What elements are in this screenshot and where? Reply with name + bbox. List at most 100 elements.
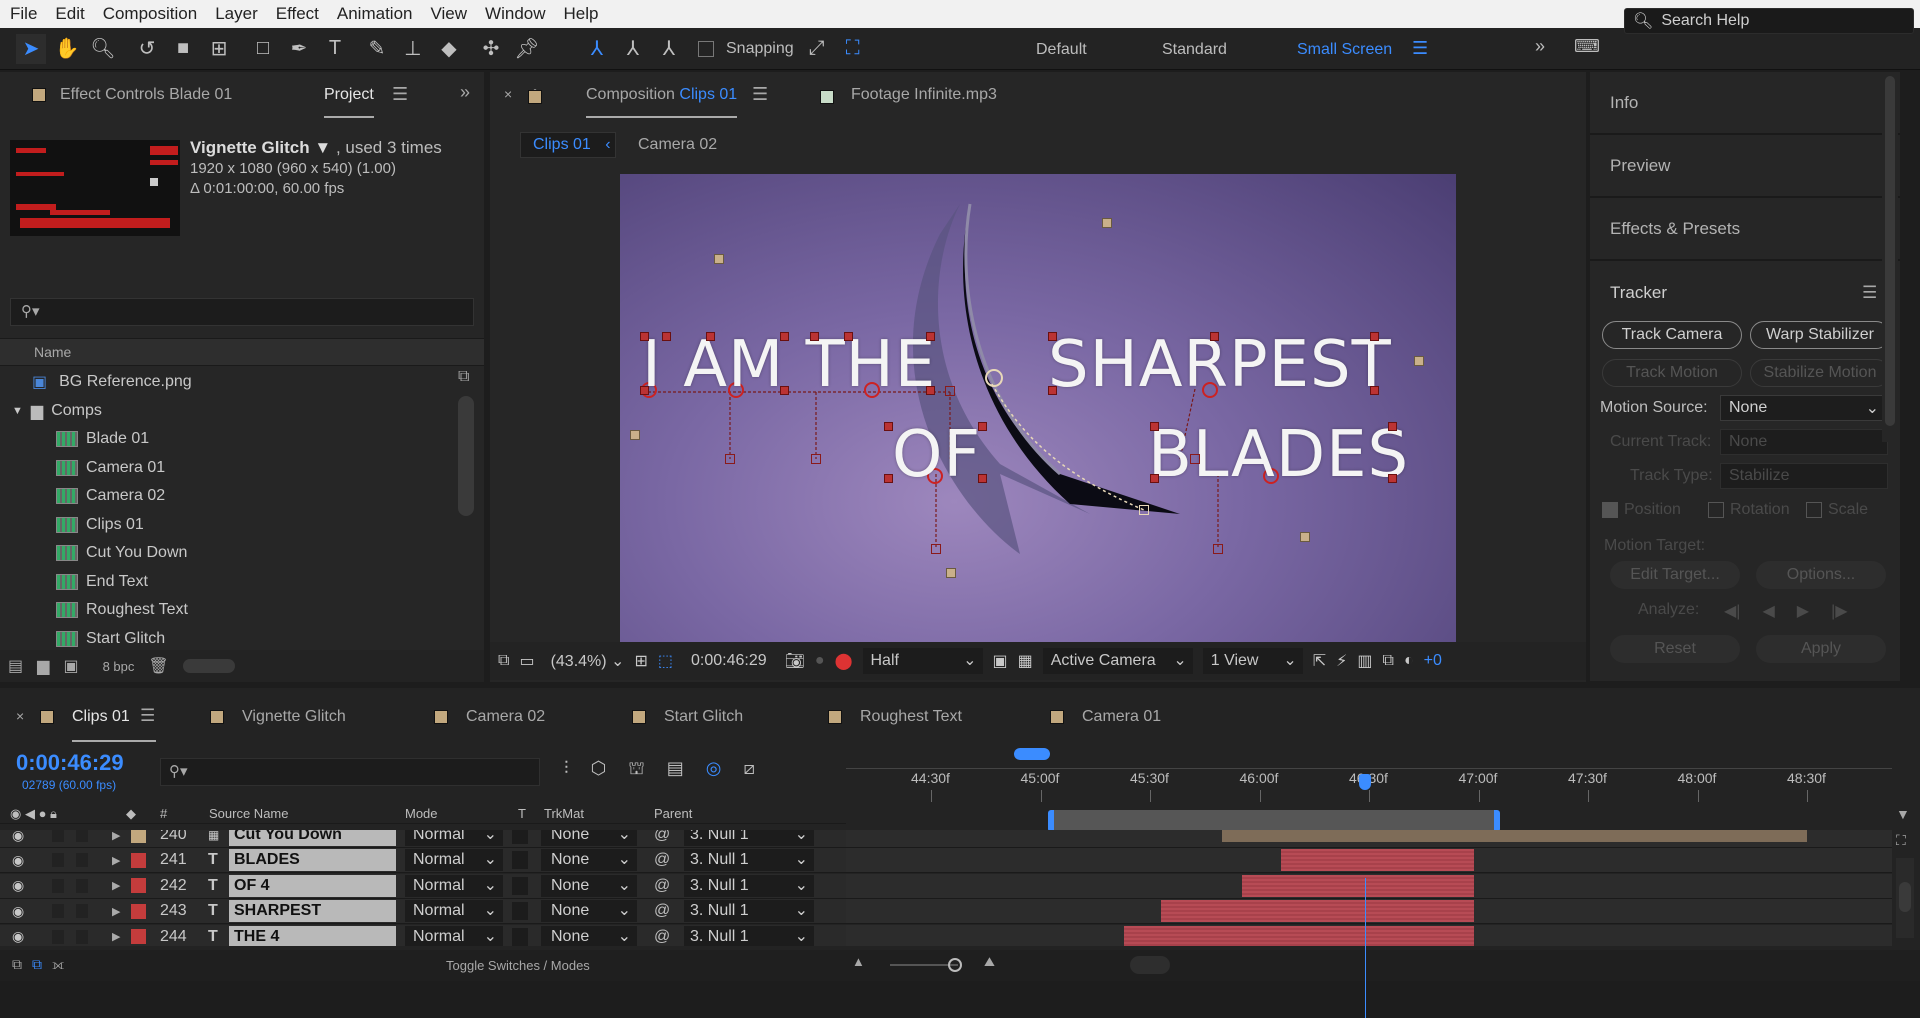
warp-stabilizer-button[interactable]: Warp Stabilizer (1750, 321, 1890, 349)
list-item[interactable]: End Text (0, 568, 456, 597)
transform-handle[interactable] (1048, 386, 1057, 395)
snapping-toggle[interactable]: Snapping (698, 40, 794, 58)
tab-footage[interactable]: Footage Infinite.mp3 (851, 86, 997, 104)
preserve-transparency-switch[interactable] (512, 902, 528, 921)
label-color[interactable] (131, 852, 146, 868)
solo-switch[interactable] (52, 853, 64, 868)
trkmat-dropdown[interactable]: None ⌄ (541, 849, 637, 872)
transform-handle[interactable] (1150, 422, 1159, 431)
transform-handle[interactable] (640, 386, 649, 395)
hand-tool-icon[interactable]: ✋ (52, 34, 82, 64)
snap-icon[interactable]: ⤢ (802, 34, 832, 64)
label-color[interactable] (131, 903, 146, 919)
name-column-header[interactable]: Name (0, 338, 484, 366)
list-item[interactable]: Clips 01 (0, 511, 456, 540)
menu-layer[interactable]: Layer (213, 4, 260, 24)
tab-camera-01[interactable]: Camera 01 (1082, 708, 1161, 726)
transform-handle[interactable] (640, 332, 649, 341)
workspace-default[interactable]: Default (1036, 41, 1087, 59)
workspace-menu-icon[interactable]: ☰ (1412, 38, 1428, 59)
menu-window[interactable]: Window (483, 4, 547, 24)
list-item[interactable]: ▣ BG Reference.png (0, 368, 456, 397)
list-item[interactable]: Start Glitch (0, 625, 456, 654)
timeline-scrollbar[interactable] (1896, 858, 1914, 938)
null-object-marker[interactable] (811, 454, 821, 464)
fast-previews-icon[interactable]: ⚡︎ (1336, 651, 1347, 671)
menu-composition[interactable]: Composition (101, 4, 200, 24)
pickwhip-icon[interactable]: @ (654, 877, 670, 895)
time-ruler[interactable]: 44:30f45:00f45:30f46:00f46:30f47:00f47:3… (846, 742, 1892, 836)
motion-blur-icon[interactable]: ◎ (706, 758, 722, 782)
null-object-marker[interactable] (1213, 544, 1223, 554)
thumbnail-size-slider[interactable] (182, 659, 235, 673)
transform-handle[interactable] (1048, 332, 1057, 341)
tab-roughest-text[interactable]: Roughest Text (860, 708, 962, 726)
rectangle-tool-icon[interactable]: □ (248, 34, 278, 64)
playhead-handle[interactable] (1359, 774, 1372, 790)
expand-triangle-icon[interactable]: ▶ (112, 854, 120, 867)
analyze-1-frame-back-icon[interactable]: ◀| (1724, 601, 1740, 621)
zoom-out-icon[interactable]: ▲ (852, 954, 865, 969)
timeline-menu-icon[interactable]: ☰ (140, 706, 155, 726)
solo-switch[interactable] (52, 830, 64, 842)
transform-handle[interactable] (1370, 332, 1379, 341)
edit-target-button[interactable]: Edit Target... (1610, 561, 1740, 589)
pan-behind-tool-icon[interactable]: ⊞ (204, 34, 234, 64)
lock-switch[interactable] (76, 929, 88, 944)
expand-triangle-icon[interactable]: ▶ (112, 830, 120, 842)
layer-duration-bar[interactable] (1222, 830, 1807, 842)
tab-vignette-glitch[interactable]: Vignette Glitch (242, 708, 346, 726)
anchor-marker[interactable] (1414, 356, 1424, 366)
eye-icon[interactable]: ◉ (12, 903, 24, 920)
track-motion-button[interactable]: Track Motion (1602, 359, 1742, 387)
transform-handle[interactable] (926, 386, 935, 395)
header-trkmat[interactable]: TrkMat (544, 806, 584, 821)
parent-dropdown[interactable]: 3. Null 1 ⌄ (684, 925, 814, 946)
effects-presets-panel-header[interactable]: Effects & Presets (1590, 198, 1900, 261)
transparency-grid-icon[interactable]: ▦ (1018, 651, 1033, 671)
eye-icon[interactable]: ◉ (12, 830, 24, 844)
transform-handle[interactable] (706, 332, 715, 341)
transform-handle[interactable] (978, 474, 987, 483)
toggle-pixel-aspect-icon[interactable]: ⇱ (1313, 651, 1326, 671)
view-axis-icon[interactable]: ⅄ (654, 34, 684, 64)
preserve-transparency-switch[interactable] (512, 830, 528, 844)
null-object-marker[interactable] (931, 544, 941, 554)
label-color[interactable] (131, 878, 146, 894)
anchor-marker[interactable] (946, 568, 956, 578)
exposure-value[interactable]: +0 (1424, 652, 1442, 670)
grid-snap-icon[interactable]: ⛶ (838, 34, 868, 64)
footer-scroll-thumb[interactable] (1130, 956, 1170, 974)
solo-switch[interactable] (52, 904, 64, 919)
preserve-transparency-switch[interactable] (512, 876, 528, 895)
av-features-icon[interactable]: ◉ ◀︎ ● 🔒︎ (10, 806, 57, 822)
layer-name[interactable]: OF 4 (229, 874, 396, 897)
tab-camera-02[interactable]: Camera 02 (466, 708, 545, 726)
preserve-transparency-switch[interactable] (512, 851, 528, 870)
parent-dropdown[interactable]: 3. Null 1 ⌄ (684, 830, 814, 846)
layer-name[interactable]: THE 4 (229, 925, 396, 946)
parent-dropdown[interactable]: 3. Null 1 ⌄ (684, 849, 814, 872)
search-help-field[interactable]: 🔍︎ Search Help (1624, 8, 1914, 34)
transform-handle[interactable] (884, 474, 893, 483)
transform-handle[interactable] (1388, 422, 1397, 431)
current-track-dropdown[interactable]: None (1720, 429, 1888, 455)
transform-handle[interactable] (884, 422, 893, 431)
header-number[interactable]: # (160, 806, 167, 821)
reset-exposure-icon[interactable]: ◐ (1404, 652, 1414, 670)
stabilize-motion-button[interactable]: Stabilize Motion (1750, 359, 1890, 387)
snapping-checkbox[interactable] (698, 40, 714, 57)
interpret-footage-icon[interactable]: ▤ (8, 656, 23, 676)
tab-composition[interactable]: Composition Clips 01 (586, 86, 738, 118)
pickwhip-icon[interactable]: @ (654, 830, 670, 844)
transform-handle[interactable] (1388, 474, 1397, 483)
timeline-layer-row[interactable]: ◉ ▶ 243 T SHARPEST Normal ⌄ None ⌄ @3. Null 1 ⌄ (0, 899, 1892, 925)
mode-dropdown[interactable]: Normal ⌄ (405, 925, 503, 946)
keyboard-icon[interactable]: ⌨ (1574, 36, 1600, 57)
header-mode[interactable]: Mode (405, 806, 438, 821)
label-color[interactable] (131, 830, 146, 843)
timeline-layer-row[interactable]: ◉ ▶ 244 T THE 4 Normal ⌄ None ⌄ @3. Null 1 ⌄ (0, 924, 1892, 946)
transform-handle[interactable] (1150, 474, 1159, 483)
transform-handle[interactable] (780, 332, 789, 341)
eraser-tool-icon[interactable]: ◆ (434, 34, 464, 64)
